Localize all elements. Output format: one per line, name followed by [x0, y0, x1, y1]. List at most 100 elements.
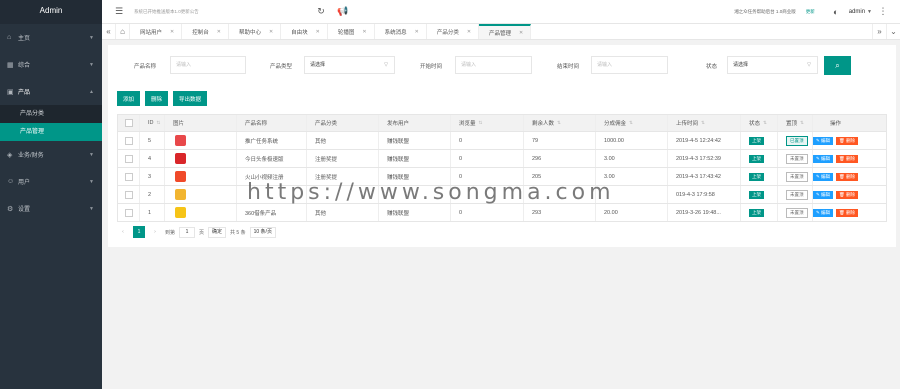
- top-badge[interactable]: 未置顶: [786, 171, 808, 182]
- row-checkbox[interactable]: [124, 172, 133, 181]
- close-icon[interactable]: ✕: [269, 29, 273, 35]
- col-views[interactable]: 浏览量 ⇅: [451, 115, 524, 131]
- add-button[interactable]: 添加: [117, 91, 141, 106]
- sort-icon[interactable]: ⇅: [557, 120, 561, 126]
- watermark: https://www.songma.com: [247, 180, 615, 205]
- export-button[interactable]: 导出数据: [173, 91, 208, 106]
- sidebar-item-home[interactable]: ⌂ 主页 ▼: [0, 24, 102, 51]
- status-badge[interactable]: 上架: [749, 154, 764, 163]
- status-badge[interactable]: 上架: [749, 190, 764, 199]
- product-name-input[interactable]: 请输入: [170, 56, 246, 74]
- row-checkbox[interactable]: [124, 208, 133, 217]
- tab-sys-message[interactable]: 系统消息 ✕: [375, 24, 427, 39]
- delete-row-button[interactable]: 🗑 删除: [836, 136, 858, 145]
- refresh-icon[interactable]: ↻: [314, 6, 328, 17]
- top-badge[interactable]: 未置顶: [786, 207, 808, 218]
- delete-row-button[interactable]: 🗑 删除: [836, 208, 858, 217]
- home-tab-icon[interactable]: ⌂: [116, 24, 130, 39]
- col-remaining[interactable]: 剩余人数 ⇅: [524, 115, 596, 131]
- sidebar-item-label: 设置: [18, 207, 31, 213]
- row-checkbox[interactable]: [124, 190, 133, 199]
- cell-remaining: 79: [524, 132, 596, 149]
- version-text: 湘之众任务帮助后台 1.0商业版: [734, 8, 796, 14]
- table-header: ID ⇅ 图片 产品名称 产品分类 发布用户 浏览量 ⇅ 剩余人数 ⇅ 分成佣金 ⇅ 上…: [118, 115, 886, 132]
- top-badge[interactable]: 未置顶: [786, 189, 808, 200]
- top-badge[interactable]: 已置顶: [786, 135, 808, 146]
- page-size-select[interactable]: 10 条/页: [249, 226, 276, 238]
- row-checkbox[interactable]: [124, 154, 133, 163]
- col-category: 产品分类: [307, 115, 379, 131]
- col-top[interactable]: 置顶 ⇅: [778, 115, 813, 131]
- sort-icon[interactable]: ⇅: [800, 120, 804, 126]
- col-commission[interactable]: 分成佣金 ⇅: [596, 115, 668, 131]
- cell-views: 0: [451, 132, 524, 149]
- update-badge[interactable]: 更新: [806, 9, 815, 15]
- search-button[interactable]: ⌕: [824, 56, 851, 75]
- sort-icon[interactable]: ⇅: [479, 120, 483, 126]
- col-time[interactable]: 上传时间 ⇅: [668, 115, 741, 131]
- delete-button[interactable]: 删除: [145, 91, 169, 106]
- next-page-icon[interactable]: ›: [149, 226, 161, 238]
- edit-button[interactable]: ✎ 编辑: [813, 208, 834, 217]
- prev-page-icon[interactable]: ‹: [117, 226, 129, 238]
- top-badge[interactable]: 未置顶: [786, 153, 808, 164]
- close-icon[interactable]: ✕: [362, 29, 366, 35]
- close-icon[interactable]: ✕: [217, 29, 221, 35]
- close-icon[interactable]: ✕: [467, 29, 471, 35]
- delete-row-button[interactable]: 🗑 删除: [836, 190, 858, 199]
- finance-icon: ◈: [7, 151, 13, 159]
- status-badge[interactable]: 上架: [749, 136, 764, 145]
- menu-toggle-icon[interactable]: ☰: [112, 6, 126, 17]
- delete-row-button[interactable]: 🗑 删除: [836, 172, 858, 181]
- tab-site-user[interactable]: 网站用户 ✕: [130, 24, 183, 39]
- status-badge[interactable]: 上架: [749, 208, 764, 217]
- edit-button[interactable]: ✎ 编辑: [813, 190, 834, 199]
- palette-icon[interactable]: ◐: [829, 7, 843, 17]
- col-status[interactable]: 状态 ⇅: [741, 115, 778, 131]
- select-all-checkbox[interactable]: [124, 119, 133, 127]
- sidebar-subitem-product-manage[interactable]: 产品管理: [0, 123, 102, 141]
- tab-product-category[interactable]: 产品分类 ✕: [427, 24, 480, 39]
- sort-icon[interactable]: ⇅: [157, 120, 161, 126]
- row-checkbox[interactable]: [124, 136, 133, 145]
- more-icon[interactable]: ⋮: [876, 6, 890, 17]
- edit-button[interactable]: ✎ 编辑: [813, 136, 834, 145]
- chevron-down-icon: ▼: [89, 61, 94, 68]
- sidebar-item-user[interactable]: ☺ 用户 ▼: [0, 168, 102, 195]
- sort-icon[interactable]: ⇅: [701, 120, 705, 126]
- sort-icon[interactable]: ⇅: [629, 120, 633, 126]
- sidebar-item-settings[interactable]: ⚙ 设置 ▼: [0, 195, 102, 222]
- tabs-scroll-right-icon[interactable]: »: [872, 24, 886, 39]
- end-time-input[interactable]: 请输入: [591, 56, 668, 74]
- tab-product-manage[interactable]: 产品管理 ✕: [479, 24, 532, 39]
- col-id[interactable]: ID ⇅: [140, 115, 165, 131]
- edit-button[interactable]: ✎ 编辑: [813, 172, 834, 181]
- announce-icon[interactable]: 📢: [336, 6, 350, 17]
- sidebar-item-product[interactable]: ▣ 产品 ▲: [0, 78, 102, 105]
- status-select[interactable]: 请选择 ▽: [727, 56, 818, 74]
- start-time-input[interactable]: 请输入: [455, 56, 532, 74]
- tabs-scroll-left-icon[interactable]: «: [102, 24, 116, 39]
- edit-button[interactable]: ✎ 编辑: [813, 154, 834, 163]
- sidebar-item-finance[interactable]: ◈ 业务/财务 ▼: [0, 141, 102, 168]
- page-current[interactable]: 1: [133, 226, 145, 238]
- close-icon[interactable]: ✕: [170, 29, 174, 35]
- user-menu[interactable]: admin: [849, 9, 865, 15]
- tab-free-block[interactable]: 自由块 ✕: [281, 24, 328, 39]
- sidebar-item-general[interactable]: ▦ 综合 ▼: [0, 51, 102, 78]
- product-type-select[interactable]: 请选择 ▽: [304, 56, 395, 74]
- delete-row-button[interactable]: 🗑 删除: [836, 154, 858, 163]
- close-icon[interactable]: ✕: [316, 29, 320, 35]
- status-badge[interactable]: 上架: [749, 172, 764, 181]
- tabs-menu-icon[interactable]: ⌄: [886, 24, 900, 39]
- tab-carousel[interactable]: 轮播图 ✕: [328, 24, 375, 39]
- goto-confirm-button[interactable]: 确定: [208, 226, 227, 238]
- sidebar-subitem-product-category[interactable]: 产品分类: [0, 105, 102, 123]
- close-icon[interactable]: ✕: [415, 29, 419, 35]
- close-icon[interactable]: ✕: [519, 30, 523, 36]
- tab-help[interactable]: 帮助中心 ✕: [229, 24, 282, 39]
- goto-page-input[interactable]: 1: [179, 226, 196, 238]
- sort-icon[interactable]: ⇅: [763, 120, 767, 126]
- tab-console[interactable]: 控制台 ✕: [182, 24, 229, 39]
- cell-remaining: 296: [524, 150, 596, 167]
